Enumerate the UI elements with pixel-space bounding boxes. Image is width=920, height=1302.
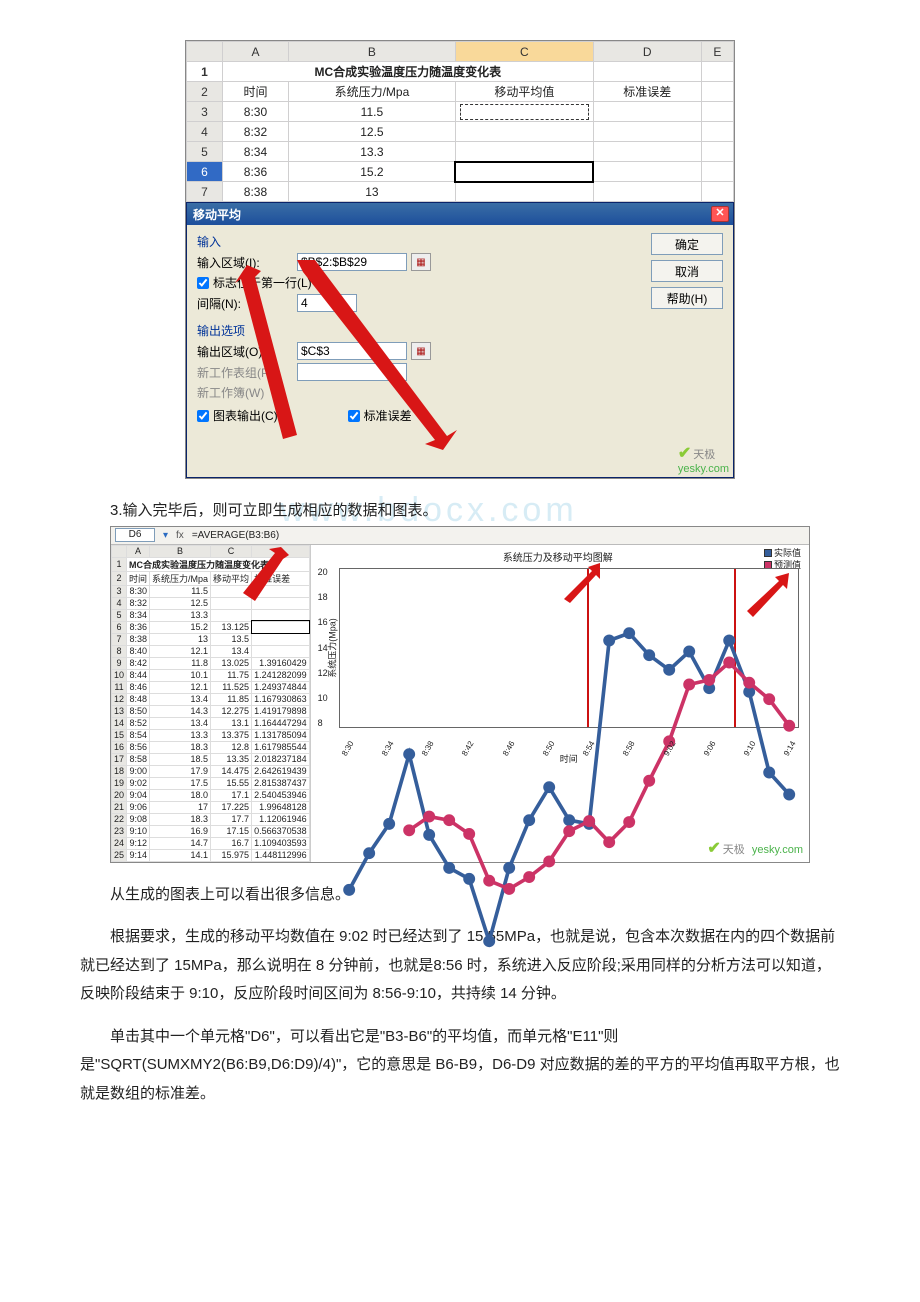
- output-range-field[interactable]: [297, 342, 407, 360]
- cell[interactable]: 12.5: [288, 122, 455, 142]
- help-button[interactable]: 帮助(H): [651, 287, 723, 309]
- chart-output-checkbox[interactable]: [197, 410, 209, 422]
- cell[interactable]: 8:36: [223, 162, 289, 182]
- hdr-stderr: 标准误差: [593, 82, 701, 102]
- hdr-ma: 移动平均值: [455, 82, 593, 102]
- row-hdr[interactable]: 1: [187, 62, 223, 82]
- output-range-label: 输出区域(O):: [197, 343, 297, 360]
- yesky-logo: ✔天极 yesky.com: [707, 838, 803, 858]
- row-hdr[interactable]: 4: [187, 122, 223, 142]
- new-sheet-field: [297, 363, 407, 381]
- ref-picker-icon[interactable]: ▦: [411, 342, 431, 360]
- hdr-pressure: 系统压力/Mpa: [288, 82, 455, 102]
- input-range-label: 输入区域(I):: [197, 254, 297, 271]
- input-range-field[interactable]: [297, 253, 407, 271]
- row-hdr[interactable]: 6: [187, 162, 223, 182]
- cell[interactable]: 8:30: [223, 102, 289, 122]
- cancel-button[interactable]: 取消: [651, 260, 723, 282]
- stderr-label: 标准误差: [364, 407, 412, 424]
- new-workbook-label: 新工作簿(W): [197, 384, 264, 401]
- chart-plot: 系统压力(Mpa) 时间 81012141618208:308:348:388:…: [339, 568, 799, 728]
- row-hdr[interactable]: 3: [187, 102, 223, 122]
- chart-title: 系统压力及移动平均图解: [315, 549, 801, 564]
- name-box[interactable]: D6: [115, 528, 155, 542]
- cell[interactable]: 13.3: [288, 142, 455, 162]
- figure-2: D6 ▾ fx =AVERAGE(B3:B6) ABCD1MC合成实验温度压力随…: [110, 526, 810, 863]
- input-section-label: 输入: [197, 233, 723, 250]
- chart-output-label: 图表输出(C): [213, 407, 278, 424]
- col-A[interactable]: A: [223, 42, 289, 62]
- hdr-time: 时间: [223, 82, 289, 102]
- paragraph: 3.输入完毕后，则可立即生成相应的数据和图表。: [80, 497, 840, 526]
- cell[interactable]: 13: [288, 182, 455, 202]
- col-E[interactable]: E: [701, 42, 733, 62]
- cell[interactable]: 8:34: [223, 142, 289, 162]
- yesky-logo: ✔天极 yesky.com: [678, 443, 729, 475]
- formula-bar[interactable]: =AVERAGE(B3:B6): [192, 530, 279, 541]
- ref-picker-icon[interactable]: ▦: [411, 253, 431, 271]
- row-hdr[interactable]: 5: [187, 142, 223, 162]
- paragraph: 单击其中一个单元格"D6"，可以看出它是"B3-B6"的平均值，而单元格"E11…: [80, 1023, 840, 1109]
- col-C[interactable]: C: [455, 42, 593, 62]
- dialog-title: 移动平均: [193, 206, 241, 223]
- new-sheet-label: 新工作表组(P):: [197, 364, 297, 381]
- selected-cell[interactable]: [455, 162, 593, 182]
- first-row-checkbox[interactable]: [197, 277, 209, 289]
- chart: 实际值 预测值 系统压力及移动平均图解 系统压力(Mpa) 时间 8101214…: [310, 545, 809, 862]
- close-icon[interactable]: ✕: [711, 206, 729, 222]
- stderr-checkbox[interactable]: [348, 410, 360, 422]
- cell[interactable]: 8:32: [223, 122, 289, 142]
- figure-1: A B C D E 1 MC合成实验温度压力随温度变化表 2 时间 系统压力/M…: [185, 40, 735, 479]
- first-row-label: 标志位于第一行(L): [213, 274, 312, 291]
- col-D[interactable]: D: [593, 42, 701, 62]
- spreadsheet-2: ABCD1MC合成实验温度压力随温度变化表2时间系统压力/Mpa移动平均标准误差…: [111, 545, 310, 862]
- spreadsheet-1: A B C D E 1 MC合成实验温度压力随温度变化表 2 时间 系统压力/M…: [186, 41, 734, 202]
- cell[interactable]: 8:38: [223, 182, 289, 202]
- row-hdr[interactable]: 7: [187, 182, 223, 202]
- moving-average-dialog: 移动平均 ✕ 确定 取消 帮助(H) 输入 输入区域(I): ▦ 标志位于第一行…: [186, 202, 734, 478]
- corner-cell[interactable]: [187, 42, 223, 62]
- cell[interactable]: 11.5: [288, 102, 455, 122]
- interval-label: 间隔(N):: [197, 295, 297, 312]
- interval-field[interactable]: [297, 294, 357, 312]
- output-section-label: 输出选项: [197, 322, 723, 339]
- row-hdr[interactable]: 2: [187, 82, 223, 102]
- fx-icon[interactable]: fx: [176, 530, 184, 541]
- cell[interactable]: 15.2: [288, 162, 455, 182]
- ok-button[interactable]: 确定: [651, 233, 723, 255]
- col-B[interactable]: B: [288, 42, 455, 62]
- sheet-title: MC合成实验温度压力随温度变化表: [223, 62, 594, 82]
